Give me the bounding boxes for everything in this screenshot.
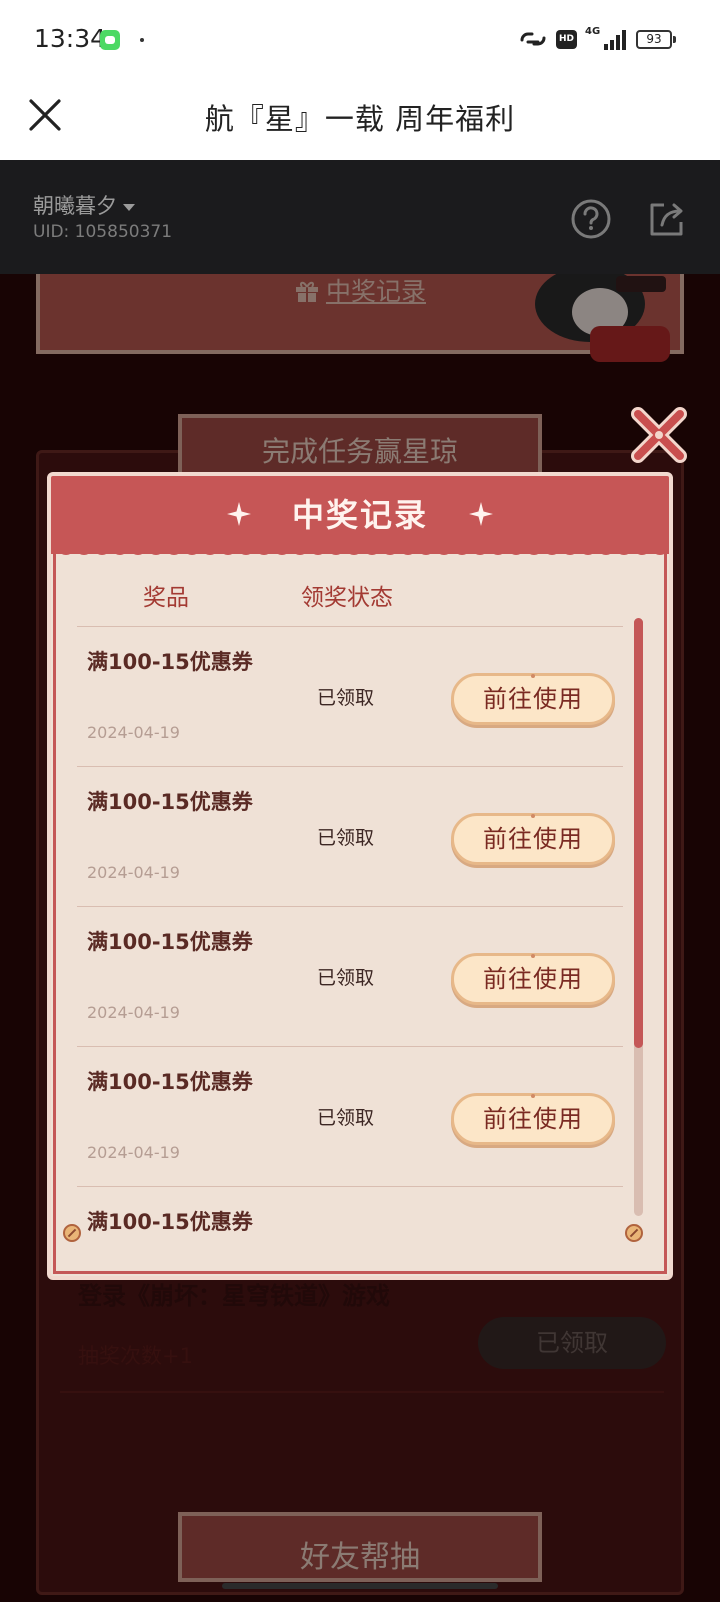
modal-close-icon[interactable] (628, 404, 690, 466)
prize-date: 2024-04-19 (87, 863, 180, 882)
user-uid: UID: 105850371 (33, 222, 173, 242)
hd-icon: HD (556, 30, 577, 49)
account-switcher[interactable]: 朝曦暮夕 (33, 190, 135, 220)
notification-dot-icon (140, 38, 144, 42)
page-title: 航『星』一载 周年福利 (204, 102, 516, 136)
header-wave (51, 546, 669, 555)
claim-status: 已领取 (317, 1107, 375, 1129)
signal-icon (604, 30, 626, 50)
table-row: 满100-15优惠券 2024-04-19 已领取 前往使用 (77, 767, 623, 907)
sparkle-icon (469, 502, 493, 526)
status-bar: 13:34 HD 4G 93 (0, 0, 720, 78)
prize-record-modal: 中奖记录 奖品 领奖状态 满100-15优惠券 2024-04-19 已领取 前… (47, 472, 673, 1280)
prize-name: 满100-15优惠券 (87, 1070, 253, 1094)
column-header-prize: 奖品 (143, 585, 189, 611)
title-bar: 航『星』一载 周年福利 (0, 78, 720, 160)
claim-status: 已领取 (317, 687, 375, 709)
help-icon[interactable] (570, 198, 612, 240)
rivet-icon (63, 1224, 81, 1242)
prize-date: 2024-04-19 (87, 1003, 180, 1022)
chat-app-icon (100, 30, 120, 50)
go-use-button[interactable]: 前往使用 (451, 953, 615, 1005)
link-icon (520, 32, 546, 46)
table-row: 满100-15优惠券 2024-04-19 已领取 前往使用 (77, 627, 623, 767)
user-name: 朝曦暮夕 (33, 194, 117, 218)
prize-record-list[interactable]: 满100-15优惠券 2024-04-19 已领取 前往使用 满100-15优惠… (77, 627, 623, 1241)
rivet-icon (625, 1224, 643, 1242)
go-use-button[interactable]: 前往使用 (451, 673, 615, 725)
scrollbar-thumb[interactable] (634, 618, 643, 1048)
prize-name: 满100-15优惠券 (87, 790, 253, 814)
modal-title: 中奖记录 (291, 496, 428, 534)
home-indicator[interactable] (222, 1583, 498, 1589)
claim-status: 已领取 (317, 967, 375, 989)
battery-icon: 93 (636, 30, 676, 49)
share-icon[interactable] (646, 198, 688, 240)
claim-status: 已领取 (317, 827, 375, 849)
prize-name: 满100-15优惠券 (87, 930, 253, 954)
chevron-down-icon (123, 203, 135, 211)
table-row: 满100-15优惠券 2024-04-19 已领取 前往使用 (77, 907, 623, 1047)
user-header: 朝曦暮夕 UID: 105850371 (0, 160, 720, 274)
prize-date: 2024-04-19 (87, 1143, 180, 1162)
go-use-button[interactable]: 前往使用 (451, 813, 615, 865)
status-time: 13:34 (34, 24, 107, 53)
modal-header: 中奖记录 (51, 476, 669, 554)
prize-name: 满100-15优惠券 (87, 1210, 253, 1234)
prize-date: 2024-04-19 (87, 723, 180, 742)
prize-name: 满100-15优惠券 (87, 650, 253, 674)
table-row: 满100-15优惠券 (77, 1187, 623, 1241)
go-use-button[interactable]: 前往使用 (451, 1093, 615, 1145)
table-row: 满100-15优惠券 2024-04-19 已领取 前往使用 (77, 1047, 623, 1187)
column-header-status: 领奖状态 (301, 585, 393, 611)
